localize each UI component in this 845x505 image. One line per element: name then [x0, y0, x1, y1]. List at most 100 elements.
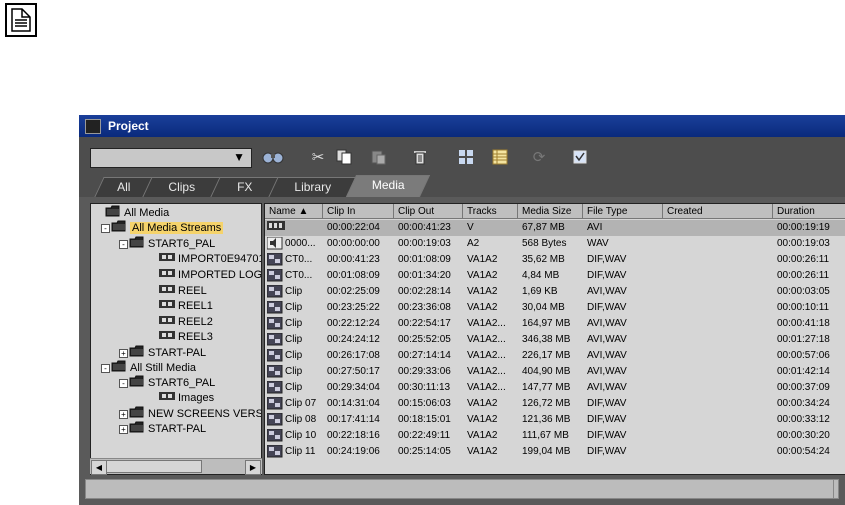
tree-node[interactable]: START6_PAL [129, 375, 215, 390]
table-cell: 199,04 MB [522, 446, 571, 457]
table-cell: 00:00:10:11 [777, 302, 830, 313]
collapse-icon[interactable]: - [101, 224, 110, 233]
copy-button[interactable] [333, 147, 355, 167]
tree-node[interactable]: REEL3 [159, 330, 213, 345]
table-cell: 568 Bytes [522, 238, 567, 249]
table-cell: 00:00:37:09 [777, 382, 830, 393]
table-cell: 00:00:26:11 [777, 254, 830, 265]
table-cell: 00:00:19:03 [398, 238, 451, 249]
video-clip-icon [267, 365, 283, 381]
table-cell: 00:29:33:06 [398, 366, 451, 377]
table-row[interactable]: Clip 00:02:25:09 00:02:28:14 VA1A2 1,69 KB AV… [265, 284, 845, 300]
thumbnail-view-button[interactable] [455, 147, 477, 167]
column-header[interactable]: Name ▲ [265, 204, 323, 219]
table-row[interactable]: Clip 11 00:24:19:06 00:25:14:05 VA1A2 199,04… [265, 444, 845, 460]
tree-node[interactable]: START6_PAL [129, 236, 215, 251]
column-header[interactable]: File Type [583, 204, 663, 219]
column-header[interactable]: Clip Out [394, 204, 463, 219]
properties-button[interactable] [569, 147, 591, 167]
table-row[interactable]: Clip 00:29:34:04 00:30:11:13 VA1A2... 147,77… [265, 380, 845, 396]
scroll-thumb[interactable] [106, 460, 202, 473]
tree-node[interactable]: START-PAL [129, 421, 206, 436]
table-row[interactable]: Clip 00:27:50:17 00:29:33:06 VA1A2... 404,90… [265, 364, 845, 380]
column-header[interactable]: Clip In [323, 204, 394, 219]
table-cell: CT0... [285, 254, 313, 265]
video-clip-icon [267, 333, 283, 349]
video-clip-icon [267, 397, 283, 413]
refresh-button[interactable]: ⟳ [528, 147, 550, 167]
expand-icon[interactable]: + [119, 410, 128, 419]
delete-button[interactable] [409, 147, 431, 167]
status-divider [833, 480, 834, 498]
expand-icon[interactable]: + [119, 349, 128, 358]
table-row[interactable]: Clip 10 00:22:18:16 00:22:49:11 VA1A2 111,67… [265, 428, 845, 444]
tree-node-label: START-PAL [148, 423, 207, 435]
table-cell: 00:24:24:12 [327, 334, 380, 345]
status-bar [85, 479, 839, 499]
list-view-icon [492, 149, 508, 165]
folder-icon [129, 375, 145, 392]
project-window: Project ▼ ✂ ⟳ All Clips FX Library Media… [79, 115, 845, 505]
collapse-icon[interactable]: - [101, 364, 110, 373]
table-row[interactable]: Clip 00:23:25:22 00:23:36:08 VA1A2 30,04 MB D… [265, 300, 845, 316]
tree-node[interactable]: NEW SCREENS VERSI [129, 406, 261, 421]
table-cell: Clip [285, 334, 303, 345]
list-view-button[interactable] [489, 147, 511, 167]
tree-node[interactable]: All Media [105, 205, 169, 220]
tab-clips[interactable]: Clips [142, 177, 222, 197]
video-clip-icon [267, 269, 283, 285]
scroll-right-icon[interactable]: ▶ [245, 460, 261, 475]
column-header[interactable]: Tracks [463, 204, 518, 219]
table-row[interactable]: Clip 08 00:17:41:14 00:18:15:01 VA1A2 121,36… [265, 412, 845, 428]
cut-button[interactable]: ✂ [307, 147, 329, 167]
tree-node[interactable]: REEL2 [159, 315, 213, 330]
tree-node[interactable]: REEL [159, 284, 207, 299]
column-header[interactable]: Media Size [518, 204, 583, 219]
column-header[interactable]: Created [663, 204, 773, 219]
tree-node[interactable]: START-PAL [129, 345, 206, 360]
table-cell: VA1A2 [467, 302, 498, 313]
tree-node[interactable]: All Media Streams [111, 220, 224, 235]
tab-media[interactable]: Media [345, 175, 431, 197]
table-cell: 00:01:08:09 [398, 254, 451, 265]
table-row[interactable]: CT0... 00:01:08:09 00:01:34:20 VA1A2 4,84 MB… [265, 268, 845, 284]
tree-node[interactable]: IMPORTED LOG FILE [159, 268, 261, 283]
tree-horizontal-scrollbar[interactable]: ◀ ▶ [90, 458, 262, 475]
tree-node[interactable]: Images [159, 391, 214, 406]
column-header[interactable]: Duration [773, 204, 845, 219]
folder-icon [129, 421, 145, 438]
tree-node[interactable]: REEL1 [159, 299, 213, 314]
expand-icon[interactable]: + [119, 425, 128, 434]
table-cell: 00:17:41:14 [327, 414, 380, 425]
table-row[interactable]: Clip 07 00:14:31:04 00:15:06:03 VA1A2 126,72… [265, 396, 845, 412]
table-cell: DIF,WAV [587, 398, 627, 409]
tree-node[interactable]: All Still Media [111, 360, 196, 375]
table-row[interactable]: Clip 00:24:24:12 00:25:52:05 VA1A2... 346,38… [265, 332, 845, 348]
tab-library[interactable]: Library [268, 177, 358, 197]
table-cell: 00:00:57:06 [777, 350, 830, 361]
table-row[interactable]: 00:00:22:04 00:00:41:23 V 67,87 MB AVI 00:00:… [265, 220, 845, 236]
collapse-icon[interactable]: - [119, 240, 128, 249]
table-cell: VA1A2 [467, 430, 498, 441]
tree-node[interactable]: IMPORT0E94701CF [159, 252, 261, 267]
table-cell: 00:00:03:05 [777, 286, 830, 297]
thumbnail-view-icon [459, 150, 473, 164]
film-reel-icon [159, 391, 175, 406]
table-row[interactable]: Clip 00:26:17:08 00:27:14:14 VA1A2... 226,17… [265, 348, 845, 364]
scroll-left-icon[interactable]: ◀ [91, 460, 107, 475]
find-button[interactable] [262, 147, 284, 167]
table-cell: Clip [285, 366, 303, 377]
table-row[interactable]: 0000... 00:00:00:00 00:00:19:03 A2 568 Bytes… [265, 236, 845, 252]
tree-node-label: REEL [178, 285, 207, 297]
title-bar[interactable]: Project [79, 115, 845, 137]
video-clip-icon [267, 413, 283, 429]
table-cell: 346,38 MB [522, 334, 571, 345]
table-cell: AVI,WAV [587, 318, 627, 329]
bin-selector-dropdown[interactable]: ▼ [90, 148, 252, 168]
collapse-icon[interactable]: - [119, 379, 128, 388]
table-row[interactable]: CT0... 00:00:41:23 00:01:08:09 VA1A2 35,62 M… [265, 252, 845, 268]
table-cell: VA1A2... [467, 318, 506, 329]
table-row[interactable]: Clip 00:22:12:24 00:22:54:17 VA1A2... 164,97… [265, 316, 845, 332]
paste-button[interactable] [367, 147, 389, 167]
dropdown-arrow-icon[interactable]: ▼ [233, 150, 245, 164]
